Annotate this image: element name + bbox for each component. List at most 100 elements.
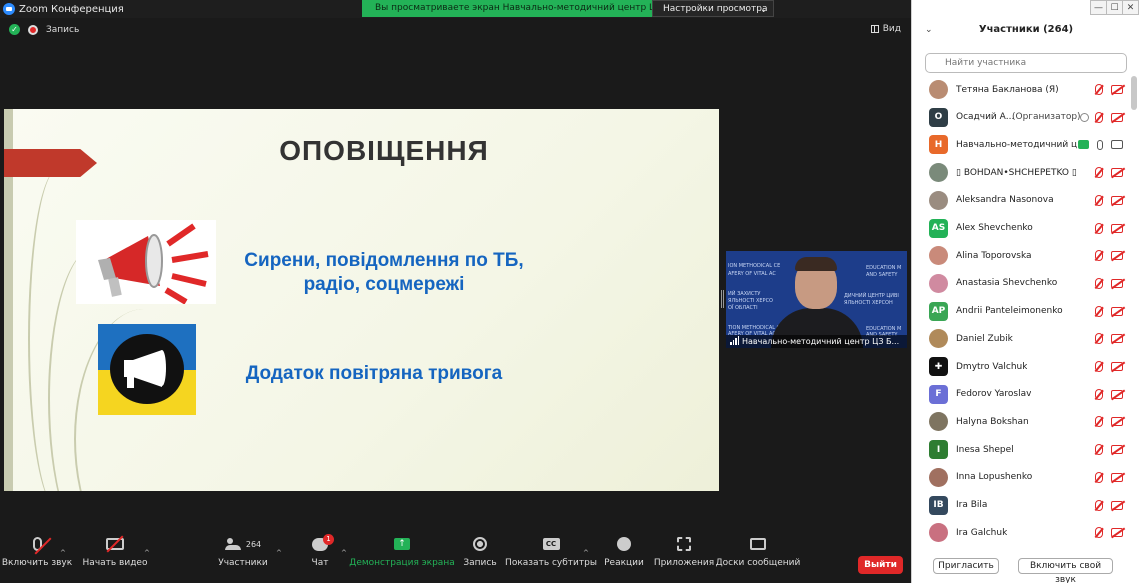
invite-button[interactable]: Пригласить — [933, 558, 999, 574]
participants-options-caret-icon[interactable]: ^ — [276, 549, 282, 557]
camera-off-icon — [1111, 445, 1123, 455]
camera-off-icon — [1111, 528, 1123, 538]
participant-row[interactable]: Н Навчально-методичний ц... — [912, 131, 1134, 158]
microphone-muted-icon — [1095, 305, 1103, 317]
participant-name: Dmytro Valchuk — [956, 361, 1028, 372]
camera-off-icon — [1111, 334, 1123, 344]
participant-row[interactable]: I Inesa Shepel — [912, 436, 1134, 463]
participant-row[interactable]: AP Andrii Panteleimonenko — [912, 298, 1134, 325]
leave-button[interactable]: Выйти — [858, 556, 903, 574]
participant-row[interactable]: ▯ BOHDAN•SHCHEPETKO ▯ — [912, 159, 1134, 186]
avatar: Н — [929, 135, 948, 155]
participant-row[interactable]: Anastasia Shevchenko — [912, 270, 1134, 297]
camera-off-icon — [106, 535, 124, 553]
participant-row[interactable]: Inna Lopushenko — [912, 464, 1134, 491]
red-arrow-shape — [4, 149, 97, 177]
participant-name: Andrii Panteleimonenko — [956, 306, 1063, 317]
participant-list-scrollbar[interactable] — [1131, 76, 1137, 110]
participants-panel: — ☐ ✕ ⌄ Участники (264) Тетяна Бакланова… — [911, 0, 1139, 583]
chat-icon: 1 — [312, 533, 334, 551]
participants-count: 264 — [245, 539, 262, 549]
minimize-icon[interactable]: — — [1090, 0, 1107, 15]
resize-handle[interactable] — [721, 290, 724, 308]
participant-name: Alex Shevchenko — [956, 223, 1033, 233]
meeting-status: ✓ Запись — [9, 24, 79, 35]
panel-title: Участники (264) — [978, 24, 1074, 35]
participant-name: Тетяна Бакланова (Я) — [956, 84, 1059, 95]
participant-name: Ira Bila — [956, 500, 988, 510]
camera-off-icon — [1111, 389, 1123, 399]
chat-button[interactable]: 1 Чат — [302, 527, 338, 583]
participants-label: Участники — [218, 558, 268, 568]
grid-icon — [870, 25, 879, 33]
chat-options-caret-icon[interactable]: ^ — [341, 549, 347, 557]
camera-off-icon — [1111, 85, 1123, 94]
share-screen-icon: ↑ — [394, 538, 410, 550]
microphone-muted-icon — [1095, 194, 1103, 206]
start-video-button[interactable]: Начать видео — [83, 527, 147, 583]
recording-icon — [28, 24, 38, 35]
megaphone-icon — [76, 220, 216, 305]
participant-name: Aleksandra Nasonova — [956, 195, 1054, 206]
background-text: AND SAFETY — [866, 272, 898, 278]
participant-row[interactable]: Daniel Zubik — [912, 325, 1134, 352]
participants-button[interactable]: 264 Участники — [216, 527, 270, 583]
subtitles-options-caret-icon[interactable]: ^ — [583, 549, 589, 557]
participant-row[interactable]: IB Ira Bila — [912, 492, 1134, 519]
camera-off-icon — [1111, 500, 1123, 510]
whiteboards-button[interactable]: Доски сообщений — [716, 527, 800, 583]
background-text: EDUCATION M — [866, 265, 902, 271]
window-controls: — ☐ ✕ — [1090, 0, 1139, 16]
record-button[interactable]: Запись — [460, 527, 500, 583]
microphone-muted-icon — [1095, 250, 1103, 262]
avatar: AS — [929, 218, 948, 238]
reactions-button[interactable]: Реакции — [602, 527, 646, 583]
avatar — [929, 329, 948, 349]
maximize-icon[interactable]: ☐ — [1106, 0, 1123, 15]
emoji-icon — [617, 537, 631, 551]
close-icon[interactable]: ✕ — [1122, 0, 1139, 15]
view-settings-dropdown[interactable]: Настройки просмотра ⌄ — [652, 0, 774, 17]
participant-row[interactable]: О Осадчий А... (Организатор) — [912, 104, 1134, 131]
participant-name: Ira Galchuk — [956, 527, 1008, 538]
share-banner: Вы просматриваете экран Навчально-методи… — [362, 0, 652, 17]
participant-row[interactable]: ✚ Dmytro Valchuk — [912, 353, 1134, 380]
avatar — [929, 246, 948, 266]
microphone-muted-icon — [1095, 167, 1103, 179]
participants-icon — [224, 538, 241, 550]
signal-bars-icon — [730, 336, 739, 345]
show-subtitles-button[interactable]: CC Показать субтитры — [505, 527, 597, 583]
participant-row[interactable]: F Fedorov Yaroslav — [912, 381, 1134, 408]
reactions-label: Реакции — [604, 558, 644, 568]
participant-row[interactable]: Halyna Bokshan — [912, 408, 1134, 435]
audio-options-caret-icon[interactable]: ^ — [60, 549, 66, 557]
participant-row[interactable]: Aleksandra Nasonova — [912, 187, 1134, 214]
participant-row[interactable]: Alina Toporovska — [912, 242, 1134, 269]
slide-title: ОПОВІЩЕННЯ — [279, 135, 489, 166]
participant-name: Anastasia Shevchenko — [956, 278, 1058, 289]
avatar: F — [929, 384, 948, 404]
video-options-caret-icon[interactable]: ^ — [144, 549, 150, 557]
microphone-muted-icon — [1095, 388, 1103, 400]
view-button[interactable]: Вид — [870, 24, 901, 34]
share-screen-button[interactable]: ↑ Демонстрация экрана — [349, 527, 455, 583]
participant-search-input[interactable] — [925, 53, 1127, 73]
unmute-button[interactable]: Включить звук — [2, 527, 72, 583]
window-title: Zoom Конференция — [19, 3, 124, 15]
camera-icon — [1111, 140, 1123, 150]
avatar: AP — [929, 301, 948, 321]
participant-name: Halyna Bokshan — [956, 416, 1029, 427]
participant-row[interactable]: AS Alex Shevchenko — [912, 215, 1134, 242]
shared-slide: ОПОВІЩЕННЯ Сирени, повідомлення по ТБ, р… — [4, 109, 719, 491]
participant-name: Inna Lopushenko — [956, 472, 1033, 483]
participant-row[interactable]: Тетяна Бакланова (Я) — [912, 76, 1134, 103]
whiteboards-label: Доски сообщений — [715, 558, 801, 568]
security-shield-icon[interactable]: ✓ — [9, 24, 20, 35]
unmute-myself-button[interactable]: Включить свой звук — [1018, 558, 1113, 583]
apps-button[interactable]: Приложения — [654, 527, 714, 583]
unmute-label: Включить звук — [1, 558, 73, 568]
participant-row[interactable]: Ira Galchuk — [912, 519, 1134, 544]
show-subtitles-label: Показать субтитры — [505, 558, 597, 568]
microphone-muted-icon — [1095, 333, 1103, 345]
video-tile[interactable]: ION METHODICAL CE AFERY OF VITAL AC ИЙ З… — [726, 251, 907, 348]
